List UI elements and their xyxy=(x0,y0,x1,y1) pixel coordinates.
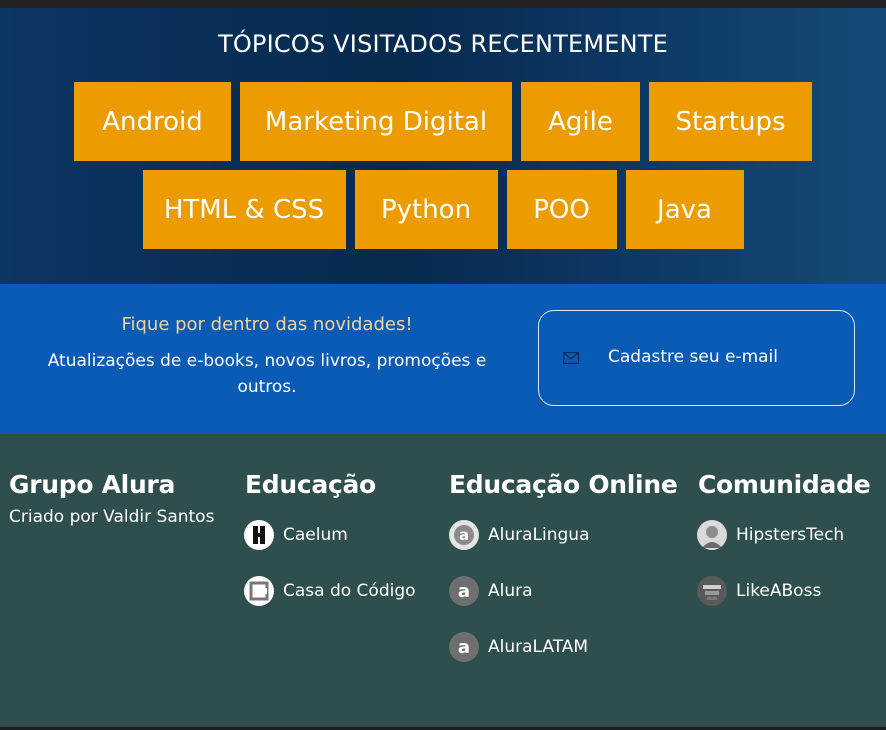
svg-text:a: a xyxy=(458,637,470,658)
topic-marketing-digital-button[interactable]: Marketing Digital xyxy=(240,82,512,161)
top-strip xyxy=(0,0,886,8)
topic-java-button[interactable]: Java xyxy=(625,170,744,249)
topic-agile-button[interactable]: Agile xyxy=(521,82,640,161)
topic-python-button[interactable]: Python xyxy=(354,170,498,249)
caelum-icon xyxy=(244,520,274,550)
hipsterstech-icon xyxy=(697,520,727,550)
topics-row-1: Android Marketing Digital Agile Startups xyxy=(0,82,886,161)
casa-do-codigo-icon xyxy=(244,576,274,606)
recent-topics-title: TÓPICOS VISITADOS RECENTEMENTE xyxy=(217,30,669,58)
likeaboss-label: LikeABoss xyxy=(736,581,822,601)
topic-android-button[interactable]: Android xyxy=(74,82,231,161)
aluralatam-icon: a xyxy=(449,632,479,662)
link-caelum[interactable]: Caelum xyxy=(244,520,348,550)
mail-icon xyxy=(563,352,579,364)
footer-col-grupo-alura: Grupo Alura Criado por Valdir Santos xyxy=(9,470,214,527)
link-likeaboss[interactable]: LikeABoss xyxy=(697,576,821,606)
svg-text:a: a xyxy=(458,581,470,602)
subscribe-email-label: Cadastre seu e-mail xyxy=(608,347,779,367)
link-alura[interactable]: a Alura xyxy=(449,576,533,606)
alura-icon: a xyxy=(449,576,479,606)
educacao-title: Educação xyxy=(245,470,376,499)
footer-col-comunidade: Comunidade xyxy=(698,470,871,499)
alura-label: Alura xyxy=(488,581,533,601)
svg-text:a: a xyxy=(459,526,469,544)
footer: Grupo Alura Criado por Valdir Santos Edu… xyxy=(0,434,886,727)
newsletter-section: Fique por dentro das novidades! Atualiza… xyxy=(0,284,886,434)
recent-topics-section: TÓPICOS VISITADOS RECENTEMENTE Android M… xyxy=(0,8,886,284)
aluralatam-label: AluraLATAM xyxy=(488,637,589,657)
topic-startups-button[interactable]: Startups xyxy=(649,82,812,161)
link-aluralingua[interactable]: a AluraLingua xyxy=(449,520,590,550)
aluralingua-label: AluraLingua xyxy=(488,525,590,545)
aluralingua-icon: a xyxy=(449,520,479,550)
topic-poo-button[interactable]: POO xyxy=(506,170,617,249)
newsletter-description: Atualizações de e-books, novos livros, p… xyxy=(47,351,487,397)
casa-do-codigo-label: Casa do Código xyxy=(283,581,416,601)
footer-col-educacao-online: Educação Online xyxy=(449,470,678,499)
grupo-alura-title: Grupo Alura xyxy=(9,470,176,499)
subscribe-email-button[interactable]: Cadastre seu e-mail xyxy=(538,310,855,406)
comunidade-title: Comunidade xyxy=(698,470,871,499)
grupo-alura-subtitle: Criado por Valdir Santos xyxy=(9,507,215,527)
hipsterstech-label: HipstersTech xyxy=(736,525,845,545)
topics-row-2: HTML & CSS Python POO Java xyxy=(0,170,886,249)
link-aluralatam[interactable]: a AluraLATAM xyxy=(449,632,588,662)
link-hipsterstech[interactable]: HipstersTech xyxy=(697,520,844,550)
likeaboss-icon xyxy=(697,576,727,606)
educacao-online-title: Educação Online xyxy=(449,470,678,499)
footer-col-educacao: Educação xyxy=(245,470,376,499)
caelum-label: Caelum xyxy=(283,525,348,545)
topic-html-css-button[interactable]: HTML & CSS xyxy=(142,170,346,249)
link-casa-do-codigo[interactable]: Casa do Código xyxy=(244,576,416,606)
newsletter-heading: Fique por dentro das novidades! xyxy=(121,314,413,335)
page: TÓPICOS VISITADOS RECENTEMENTE Android M… xyxy=(0,0,886,730)
